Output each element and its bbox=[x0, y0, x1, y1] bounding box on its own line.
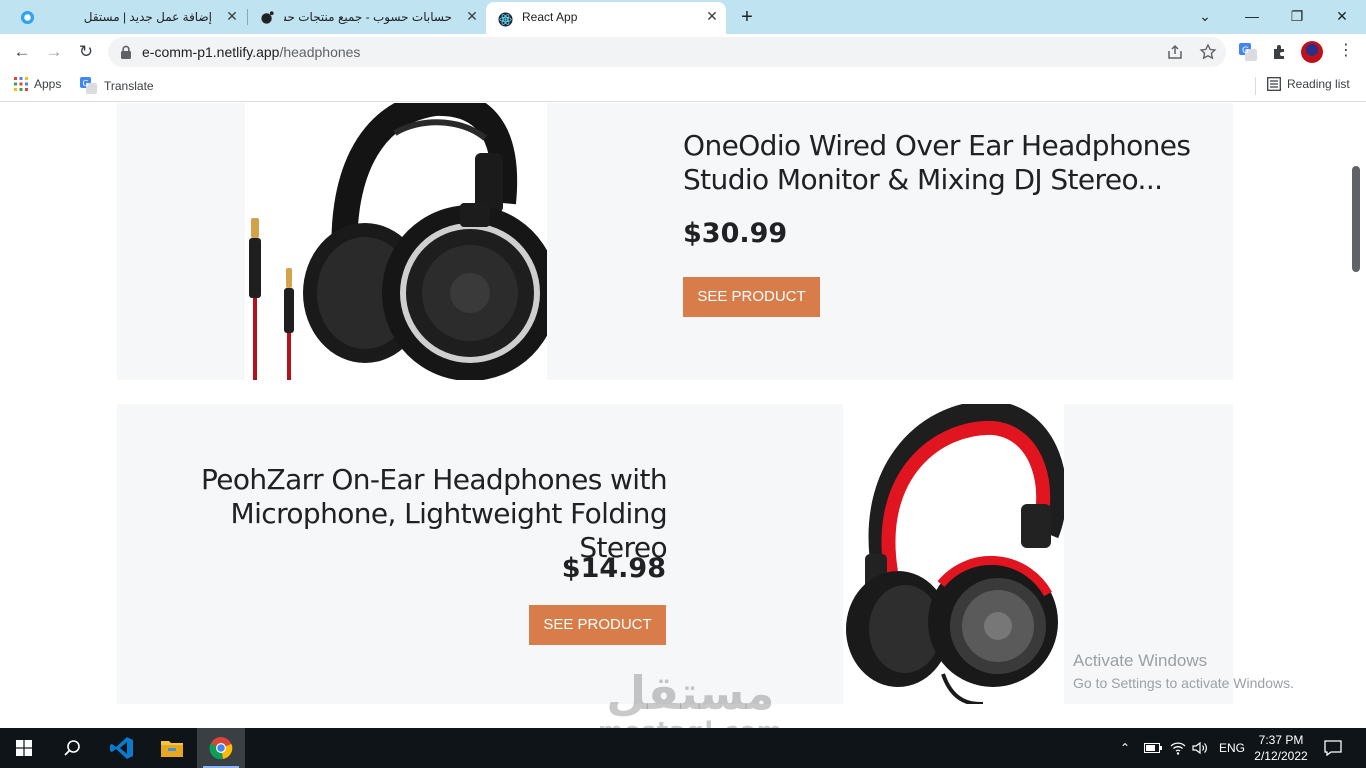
translate-icon: G bbox=[80, 77, 97, 94]
close-tab-icon[interactable]: ✕ bbox=[464, 8, 480, 24]
mostaql-icon bbox=[20, 10, 35, 25]
product-card: PeohZarr On-Ear Headphones with Micropho… bbox=[117, 404, 1233, 704]
activate-subtitle: Go to Settings to activate Windows. bbox=[1073, 675, 1294, 691]
tab-react-app[interactable]: React App ✕ bbox=[486, 2, 726, 34]
search-icon[interactable] bbox=[48, 728, 96, 768]
product-title[interactable]: OneOdio Wired Over Ear Headphones Studio… bbox=[683, 129, 1203, 197]
battery-icon[interactable] bbox=[1144, 728, 1162, 768]
apps-grid-icon bbox=[14, 77, 28, 91]
bookmark-separator bbox=[1255, 77, 1256, 95]
vscode-icon[interactable] bbox=[98, 728, 146, 768]
product-price: $14.98 bbox=[561, 553, 666, 584]
browser-toolbar: ← → ↻ e-comm-p1.netlify.app/headphones G bbox=[0, 34, 1366, 70]
volume-icon[interactable] bbox=[1192, 728, 1208, 768]
share-icon[interactable] bbox=[1166, 43, 1184, 61]
minimize-button[interactable]: — bbox=[1237, 4, 1267, 28]
address-bar[interactable]: e-comm-p1.netlify.app/headphones bbox=[108, 37, 1226, 67]
lock-icon[interactable] bbox=[120, 45, 132, 59]
bookmarks-bar: Apps G Translate Reading list bbox=[0, 70, 1366, 102]
windows-start-icon[interactable] bbox=[0, 728, 48, 768]
restore-button[interactable]: ❐ bbox=[1282, 4, 1312, 28]
page-scrollbar[interactable] bbox=[1352, 166, 1360, 272]
activate-title: Activate Windows bbox=[1073, 651, 1208, 670]
forward-icon[interactable]: → bbox=[43, 41, 65, 63]
svg-text:G: G bbox=[83, 79, 89, 88]
react-icon bbox=[498, 12, 513, 27]
bookmark-star-icon[interactable] bbox=[1199, 43, 1217, 61]
profile-avatar[interactable] bbox=[1301, 41, 1323, 63]
clock-time: 7:37 PM bbox=[1258, 733, 1304, 747]
tab-title: حسابات حسوب - جميع منتجات حسوب bbox=[284, 10, 452, 24]
tab-strip: إضافة عمل جديد | مستقل ✕ حسابات حسوب - ج… bbox=[0, 0, 1366, 34]
url-host: e-comm-p1.netlify.app bbox=[142, 44, 280, 60]
bookmark-label: Translate bbox=[104, 79, 154, 93]
tab-mostaql[interactable]: إضافة عمل جديد | مستقل ✕ bbox=[8, 0, 246, 34]
tab-hsoub[interactable]: حسابات حسوب - جميع منتجات حسوب ✕ bbox=[248, 0, 486, 34]
new-tab-button[interactable]: + bbox=[736, 6, 758, 28]
reading-list-label: Reading list bbox=[1287, 77, 1350, 91]
url-path: /headphones bbox=[279, 44, 361, 60]
wifi-icon[interactable] bbox=[1170, 728, 1186, 768]
bookmark-apps[interactable]: Apps bbox=[14, 77, 61, 91]
hsoub-icon bbox=[261, 11, 274, 24]
tab-search-icon[interactable]: ⌄ bbox=[1190, 4, 1220, 28]
menu-kebab-icon[interactable]: ⋮ bbox=[1338, 40, 1354, 62]
watermark-arabic: مستقل bbox=[606, 666, 775, 720]
product-price: $30.99 bbox=[683, 218, 788, 249]
url-text[interactable]: e-comm-p1.netlify.app/headphones bbox=[142, 44, 360, 60]
bookmark-translate[interactable]: G Translate bbox=[80, 77, 154, 95]
svg-text:G: G bbox=[1242, 46, 1249, 56]
input-language[interactable]: ENG bbox=[1219, 728, 1245, 768]
tab-title: إضافة عمل جديد | مستقل bbox=[83, 10, 212, 24]
black-headphones-with-cable-image bbox=[249, 103, 547, 380]
extensions-puzzle-icon[interactable] bbox=[1270, 42, 1290, 62]
watermark-domain: mostaql.com bbox=[598, 717, 783, 728]
show-hidden-icons-button[interactable]: ⌃ bbox=[1120, 728, 1130, 768]
chrome-icon[interactable] bbox=[197, 728, 245, 768]
close-tab-icon[interactable]: ✕ bbox=[224, 8, 240, 24]
google-translate-extension-icon[interactable]: G bbox=[1238, 42, 1258, 62]
clock-date: 2/12/2022 bbox=[1254, 749, 1308, 763]
reload-icon[interactable]: ↻ bbox=[75, 41, 97, 63]
tab-title: React App bbox=[522, 10, 578, 24]
bookmark-label: Apps bbox=[34, 77, 62, 91]
close-window-button[interactable]: ✕ bbox=[1327, 4, 1357, 28]
product-image[interactable] bbox=[245, 103, 547, 380]
see-product-button[interactable]: SEE PRODUCT bbox=[529, 605, 666, 645]
notifications-icon[interactable] bbox=[1324, 728, 1342, 768]
product-card: OneOdio Wired Over Ear Headphones Studio… bbox=[117, 103, 1233, 380]
product-title[interactable]: PeohZarr On-Ear Headphones with Micropho… bbox=[137, 463, 668, 565]
activate-windows-notice: Activate Windows Go to Settings to activ… bbox=[1073, 651, 1294, 691]
back-icon[interactable]: ← bbox=[11, 41, 33, 63]
file-explorer-icon[interactable] bbox=[148, 728, 196, 768]
reading-list-icon bbox=[1267, 77, 1281, 91]
reading-list-button[interactable]: Reading list bbox=[1267, 77, 1350, 91]
page-viewport: OneOdio Wired Over Ear Headphones Studio… bbox=[0, 103, 1366, 728]
red-black-headphones-image bbox=[846, 404, 1064, 704]
product-image[interactable] bbox=[843, 404, 1064, 704]
close-tab-icon[interactable]: ✕ bbox=[704, 8, 720, 24]
mostaql-watermark: مستقل mostaql.com bbox=[598, 669, 783, 728]
see-product-button[interactable]: SEE PRODUCT bbox=[683, 277, 820, 317]
system-clock[interactable]: 7:37 PM 2/12/2022 bbox=[1250, 732, 1312, 764]
windows-taskbar: ⌃ ENG 7:37 PM 2/12/2022 bbox=[0, 728, 1366, 768]
